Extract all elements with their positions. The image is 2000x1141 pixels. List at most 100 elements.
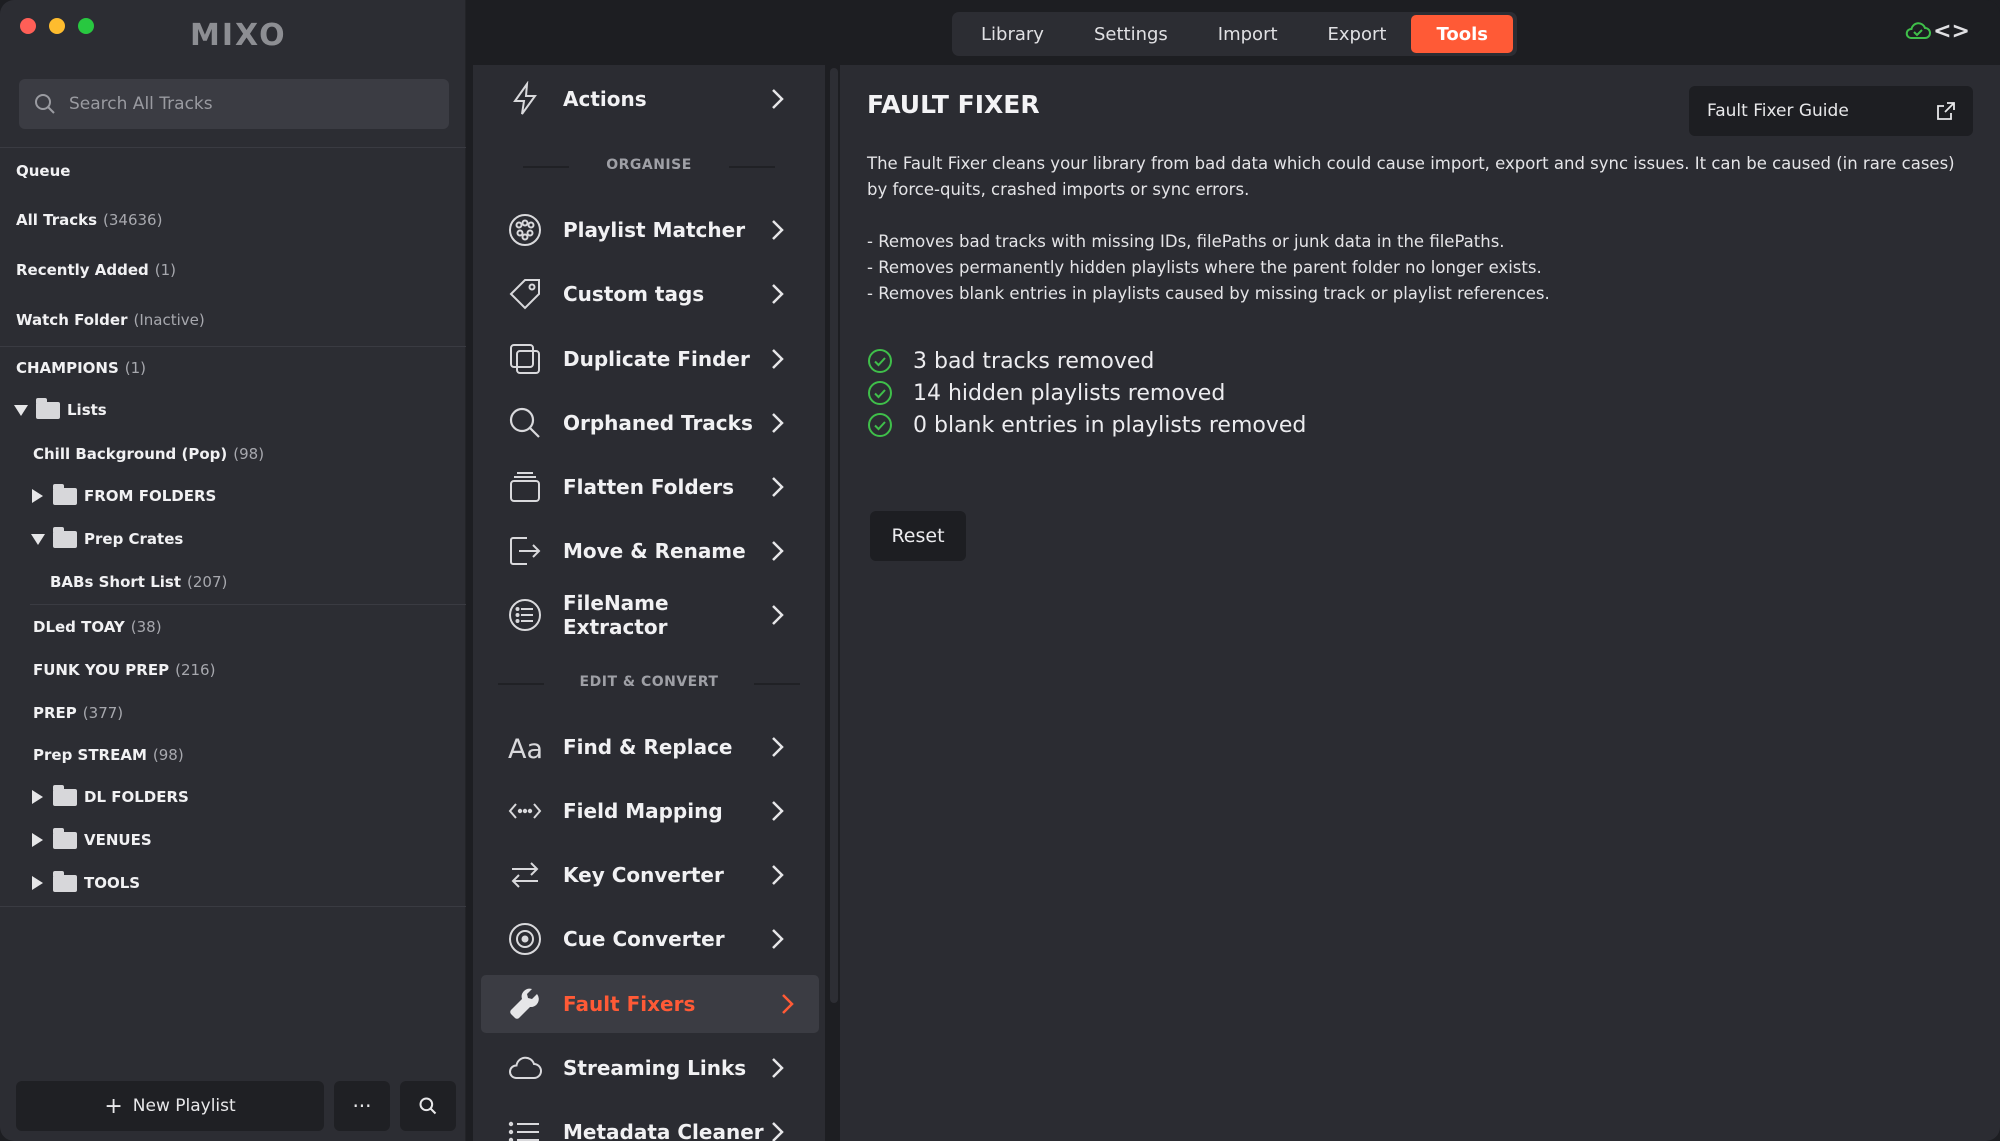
result-item: 14 hidden playlists removed (867, 377, 1306, 409)
fault-fixer-guide-button[interactable]: Fault Fixer Guide (1689, 86, 1973, 136)
sidebar-item-watch-folder[interactable]: Watch Folder (Inactive) (16, 302, 205, 338)
tab-import[interactable]: Import (1193, 15, 1303, 53)
result-item: 3 bad tracks removed (867, 345, 1306, 377)
chevron-right-icon (772, 349, 784, 369)
wrench-icon (505, 984, 545, 1024)
playlist-chill-background[interactable]: Chill Background (Pop) (98) (33, 436, 264, 472)
folder-icon (53, 526, 77, 548)
chevron-right-icon (772, 220, 784, 240)
close-window-button[interactable] (20, 18, 36, 34)
cloud-sync-icon[interactable] (1904, 20, 1932, 42)
sidebar-item-recently-added[interactable]: Recently Added (1) (16, 252, 176, 288)
results-list: 3 bad tracks removed 14 hidden playlists… (867, 345, 1306, 441)
field-mapping-icon (505, 791, 545, 831)
list-icon (505, 595, 545, 635)
tools-menu: Actions ORGANISE Playlist Matcher Custom… (473, 65, 825, 1141)
tool-custom-tags[interactable]: Custom tags (481, 266, 819, 322)
tool-key-converter[interactable]: Key Converter (481, 847, 819, 903)
tab-export[interactable]: Export (1303, 15, 1412, 53)
chevron-right-icon (772, 413, 784, 433)
page-title: FAULT FIXER (867, 90, 1040, 119)
chevron-right-icon (772, 801, 784, 821)
tool-duplicate-finder[interactable]: Duplicate Finder (481, 331, 819, 387)
tool-find-replace[interactable]: Aa Find & Replace (481, 719, 819, 775)
tab-settings[interactable]: Settings (1069, 15, 1193, 53)
target-icon (505, 919, 545, 959)
folder-from-folders[interactable]: FROM FOLDERS (32, 478, 216, 514)
sidebar-item-queue[interactable]: Queue (16, 153, 70, 189)
ellipsis-icon: ··· (352, 1094, 372, 1118)
sidebar-divider (0, 906, 466, 907)
tool-filename-extractor[interactable]: FileName Extractor (481, 587, 819, 643)
feature-item: - Removes permanently hidden playlists w… (867, 258, 1542, 277)
code-toggle-icon[interactable]: <> (1933, 19, 1970, 44)
expand-caret-icon[interactable] (32, 833, 43, 847)
app-window: MIXO Queue All Tracks(34636) Recently Ad… (0, 0, 2000, 1141)
new-playlist-button[interactable]: + New Playlist (16, 1081, 324, 1131)
tab-library[interactable]: Library (956, 15, 1069, 53)
tool-flatten-folders[interactable]: Flatten Folders (481, 459, 819, 515)
expand-caret-icon[interactable] (32, 876, 43, 890)
maximize-window-button[interactable] (78, 18, 94, 34)
minimize-window-button[interactable] (49, 18, 65, 34)
chevron-right-icon (772, 929, 784, 949)
tool-streaming-links[interactable]: Streaming Links (481, 1040, 819, 1096)
tool-cue-converter[interactable]: Cue Converter (481, 911, 819, 967)
playlist-dled-toay[interactable]: DLed TOAY (38) (33, 609, 162, 645)
section-organise: ORGANISE (473, 157, 825, 173)
folder-icon (53, 784, 77, 806)
swap-arrows-icon (505, 855, 545, 895)
folder-dl-folders[interactable]: DL FOLDERS (32, 779, 189, 815)
tool-orphaned-tracks[interactable]: Orphaned Tracks (481, 395, 819, 451)
svg-text:Aa: Aa (508, 734, 543, 765)
description-text: The Fault Fixer cleans your library from… (867, 154, 1955, 199)
folder-venues[interactable]: VENUES (32, 822, 152, 858)
result-item: 0 blank entries in playlists removed (867, 409, 1306, 441)
sidebar-divider (30, 604, 466, 605)
sidebar-item-champions[interactable]: CHAMPIONS (1) (16, 350, 146, 386)
fault-fixer-panel: FAULT FIXER Fault Fixer Guide The Fault … (840, 65, 2000, 1141)
tool-playlist-matcher[interactable]: Playlist Matcher (481, 202, 819, 258)
expand-caret-icon[interactable] (32, 790, 43, 804)
folder-tools[interactable]: TOOLS (32, 865, 140, 901)
reset-button[interactable]: Reset (870, 511, 966, 561)
more-options-button[interactable]: ··· (334, 1081, 390, 1131)
folder-prep-crates[interactable]: Prep Crates (31, 521, 183, 557)
expand-caret-icon[interactable] (32, 489, 43, 503)
check-circle-icon (868, 413, 892, 437)
text-aa-icon: Aa (505, 727, 545, 767)
folder-icon (53, 483, 77, 505)
section-edit-convert: EDIT & CONVERT (473, 674, 825, 690)
feature-item: - Removes bad tracks with missing IDs, f… (867, 232, 1505, 251)
playlist-babs-short-list[interactable]: BABs Short List (207) (50, 564, 227, 600)
tool-fault-fixers[interactable]: Fault Fixers (481, 975, 819, 1033)
sidebar-search-button[interactable] (400, 1081, 456, 1131)
tool-field-mapping[interactable]: Field Mapping (481, 783, 819, 839)
chevron-right-icon (772, 284, 784, 304)
tag-icon (505, 274, 545, 314)
chevron-right-icon (772, 541, 784, 561)
playlist-prep-stream[interactable]: Prep STREAM (98) (33, 737, 184, 773)
collapse-caret-icon[interactable] (14, 404, 28, 416)
app-logo: MIXO (190, 18, 287, 53)
sidebar-item-all-tracks[interactable]: All Tracks (34636) (16, 202, 162, 238)
playlist-funk-you-prep[interactable]: FUNK YOU PREP (216) (33, 652, 215, 688)
tools-menu-scrollbar[interactable] (830, 68, 838, 1003)
window-controls (20, 18, 94, 34)
tool-move-rename[interactable]: Move & Rename (481, 523, 819, 579)
search-input[interactable] (69, 94, 429, 114)
search-box[interactable] (19, 79, 449, 129)
collapse-caret-icon[interactable] (31, 533, 45, 545)
external-link-icon (1937, 102, 1955, 120)
playlist-matcher-icon (505, 210, 545, 250)
chevron-right-icon (772, 1058, 784, 1078)
duplicate-icon (505, 339, 545, 379)
move-icon (505, 531, 545, 571)
list-icon (505, 1112, 545, 1141)
tab-tools[interactable]: Tools (1411, 15, 1513, 53)
lightning-icon (505, 79, 545, 119)
tool-actions[interactable]: Actions (481, 71, 819, 127)
folder-lists[interactable]: Lists (14, 392, 107, 428)
tool-metadata-cleaner[interactable]: Metadata Cleaner (481, 1104, 819, 1141)
playlist-prep[interactable]: PREP (377) (33, 695, 123, 731)
